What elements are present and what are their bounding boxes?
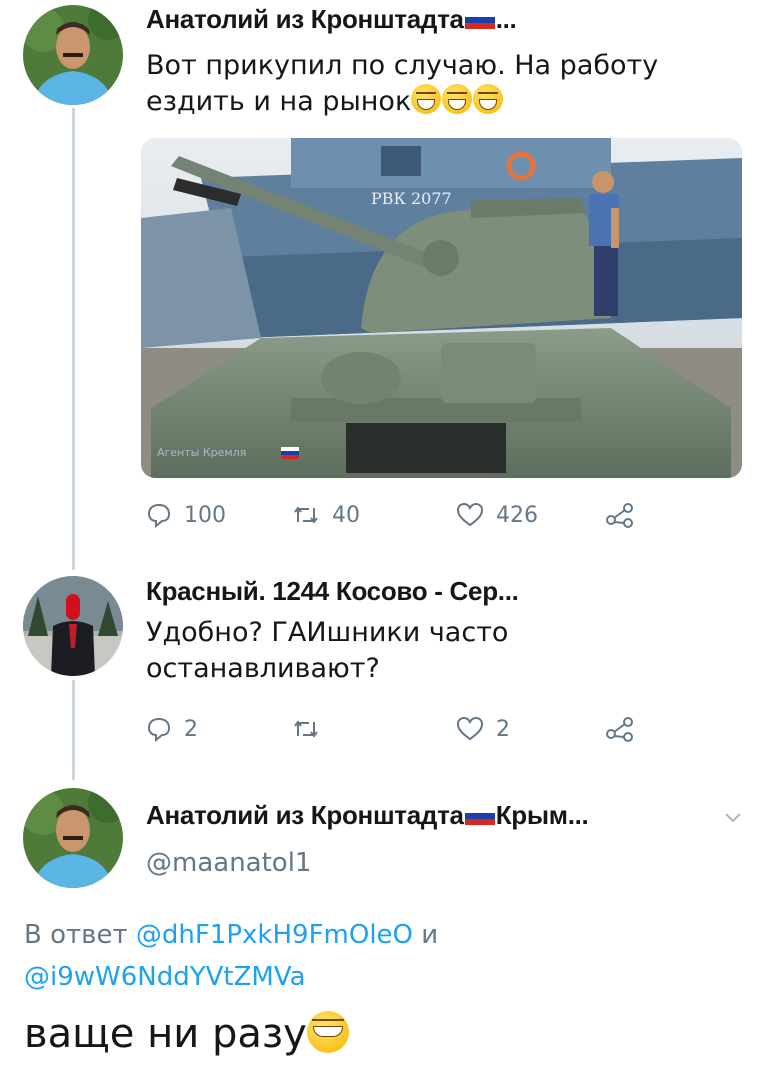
author-name[interactable]: Красный. 1244 Косово - Сер... — [146, 576, 519, 607]
retweet-icon — [294, 720, 318, 738]
retweet-button[interactable] — [292, 716, 332, 742]
like-count: 2 — [496, 716, 510, 742]
avatar[interactable] — [23, 5, 123, 105]
tweet-text: Вот прикупил по случаю. На работу ездить… — [146, 50, 659, 117]
retweet-button[interactable]: 40 — [292, 502, 360, 528]
like-button[interactable]: 2 — [456, 716, 510, 742]
laughing-emoji-icon — [411, 84, 442, 114]
reply-button[interactable]: 100 — [146, 502, 226, 528]
share-button[interactable] — [606, 502, 634, 528]
share-icon — [606, 503, 633, 528]
russia-flag-icon — [281, 447, 299, 459]
heart-icon — [456, 502, 484, 527]
mention-link[interactable]: @dhF1PxkH9FmOleO — [136, 920, 413, 950]
thread-line — [72, 108, 75, 570]
russia-flag-icon — [464, 807, 495, 825]
avatar[interactable] — [23, 788, 123, 888]
retweet-count: 40 — [332, 502, 360, 528]
tweet-text: Удобно? ГАИшники часто останавливают? — [146, 617, 509, 684]
laughing-emoji-icon — [473, 84, 504, 114]
reply-context: В ответ @dhF1PxkH9FmOleO и @i9wW6NddYVtZ… — [24, 920, 439, 992]
author-name[interactable]: Анатолий из Кронштадта Крым... — [146, 800, 589, 831]
thread-line — [72, 680, 75, 780]
mention-link[interactable]: @i9wW6NddYVtZMVa — [24, 962, 306, 992]
russia-flag-icon — [464, 11, 495, 29]
laughing-emoji-icon — [442, 84, 473, 114]
author-name[interactable]: Анатолий из Кронштадта... — [146, 4, 517, 35]
like-button[interactable]: 426 — [456, 502, 538, 528]
main-tweet-text: ваще ни разу — [24, 1010, 350, 1058]
author-handle[interactable]: @maanatol1 — [146, 848, 311, 878]
laughing-emoji-icon — [306, 1011, 349, 1053]
tweet-media[interactable]: РВК 2077 Агенты Кремля — [141, 138, 742, 478]
chevron-down-icon[interactable] — [724, 812, 742, 824]
share-button[interactable] — [606, 716, 634, 742]
heart-icon — [456, 716, 484, 741]
reply-count: 100 — [184, 502, 226, 528]
reply-button[interactable]: 2 — [146, 716, 198, 742]
like-count: 426 — [496, 502, 538, 528]
reply-icon — [147, 717, 171, 742]
reply-count: 2 — [184, 716, 198, 742]
retweet-icon — [294, 506, 318, 524]
hull-number: РВК 2077 — [371, 189, 452, 208]
share-icon — [606, 717, 633, 742]
watermark: Агенты Кремля — [157, 446, 246, 459]
reply-icon — [147, 503, 171, 528]
avatar[interactable] — [23, 576, 123, 676]
